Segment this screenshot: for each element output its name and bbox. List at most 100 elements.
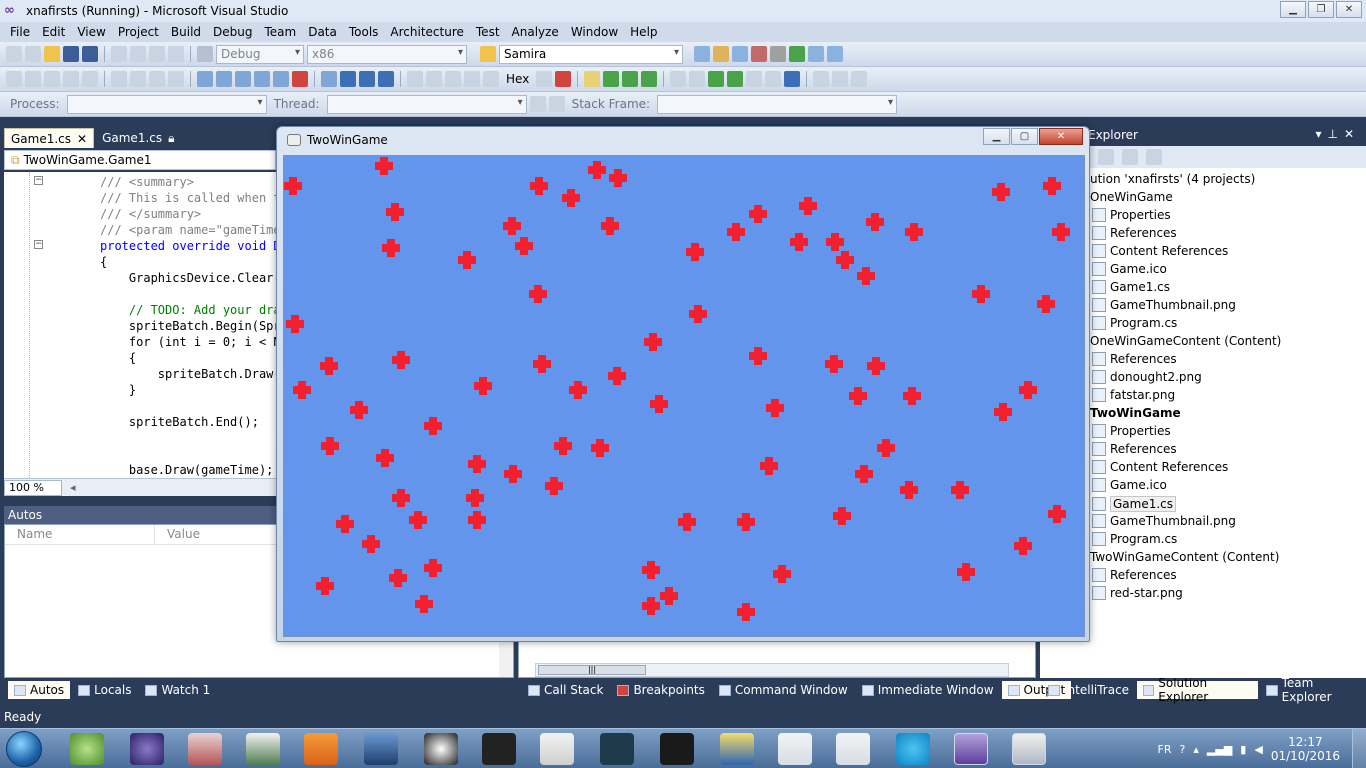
spring-tool-icon[interactable] bbox=[70, 733, 104, 765]
debug-tests-icon[interactable] bbox=[622, 71, 639, 87]
tab-locals[interactable]: Locals bbox=[72, 681, 137, 699]
solution-tree-item[interactable]: Game1.cs bbox=[1092, 280, 1170, 294]
app-icon[interactable] bbox=[364, 733, 398, 765]
tab-breakpoints[interactable]: Breakpoints bbox=[611, 681, 710, 699]
solution-tree-item[interactable]: Content References bbox=[1092, 460, 1228, 474]
prev-bookmark-folder-icon[interactable] bbox=[254, 71, 270, 87]
align-centers-icon[interactable] bbox=[832, 71, 849, 87]
clock[interactable]: 12:17 01/10/2016 bbox=[1271, 735, 1340, 763]
solution-tree-item[interactable]: References bbox=[1092, 226, 1177, 240]
start-page-icon[interactable] bbox=[789, 46, 805, 62]
scrollbar-thumb[interactable]: ||| bbox=[538, 665, 646, 675]
edit-and-continue-icon[interactable] bbox=[584, 71, 601, 87]
menu-architecture[interactable]: Architecture bbox=[384, 25, 469, 39]
battery-icon[interactable]: ▮ bbox=[1240, 743, 1246, 756]
show-flagged-threads-icon[interactable] bbox=[548, 96, 565, 112]
menu-edit[interactable]: Edit bbox=[36, 25, 71, 39]
menu-tools[interactable]: Tools bbox=[343, 25, 385, 39]
menu-file[interactable]: File bbox=[4, 25, 36, 39]
xna-game-taskbar-icon[interactable] bbox=[1012, 733, 1046, 765]
terminal-icon[interactable] bbox=[660, 733, 694, 765]
toolbox-icon[interactable] bbox=[751, 46, 767, 62]
solution-tree-item[interactable]: Game.ico bbox=[1092, 478, 1167, 492]
quickwatch-icon[interactable] bbox=[483, 71, 499, 87]
menu-project[interactable]: Project bbox=[112, 25, 165, 39]
run-all-tests-icon[interactable] bbox=[641, 71, 658, 87]
show-desktop-button[interactable] bbox=[1352, 729, 1366, 768]
extension-manager-icon[interactable] bbox=[770, 46, 786, 62]
properties-icon[interactable] bbox=[713, 46, 729, 62]
app-icon[interactable] bbox=[246, 733, 280, 765]
code-coverage-icon[interactable] bbox=[727, 71, 744, 87]
solution-tree-item[interactable]: ution 'xnafirsts' (4 projects) bbox=[1090, 172, 1255, 186]
tab-watch-1[interactable]: Watch 1 bbox=[139, 681, 216, 699]
minimize-button[interactable]: ▁ bbox=[1280, 1, 1306, 18]
tab-game1-cs-readonly[interactable]: Game1.cs 🔒︎ bbox=[96, 128, 180, 148]
sublime-icon[interactable] bbox=[482, 733, 516, 765]
process-dropdown[interactable] bbox=[66, 94, 267, 114]
solution-explorer-icon[interactable] bbox=[694, 46, 710, 62]
column-value[interactable]: Value bbox=[155, 525, 295, 544]
twowingame-window[interactable]: TwoWinGame ▁ ▢ ✕ bbox=[276, 126, 1090, 642]
quick-info-icon[interactable] bbox=[63, 71, 79, 87]
open-folder-icon[interactable] bbox=[44, 46, 60, 62]
menu-team[interactable]: Team bbox=[258, 25, 302, 39]
outdent-icon[interactable] bbox=[111, 71, 127, 87]
tab-command-window[interactable]: Command Window bbox=[713, 681, 854, 699]
solution-tree-item[interactable]: References bbox=[1092, 442, 1177, 456]
solution-tree-item[interactable]: OneWinGameContent (Content) bbox=[1090, 334, 1281, 348]
collapse-icon[interactable]: − bbox=[34, 240, 43, 249]
tab-intellitrace[interactable]: IntelliTrace bbox=[1042, 681, 1135, 699]
align-lefts-icon[interactable] bbox=[813, 71, 830, 87]
solution-tree-item[interactable]: Game1.cs bbox=[1092, 496, 1177, 512]
start-debugging-icon[interactable] bbox=[197, 46, 213, 62]
step-into-icon[interactable] bbox=[426, 71, 442, 87]
next-bookmark-icon[interactable] bbox=[235, 71, 251, 87]
solution-tree-item[interactable]: GameThumbnail.png bbox=[1092, 514, 1236, 528]
zoom-level-dropdown[interactable]: 100 % bbox=[4, 479, 62, 496]
tab-immediate-window[interactable]: Immediate Window bbox=[856, 681, 1000, 699]
app-icon[interactable] bbox=[424, 733, 458, 765]
menu-data[interactable]: Data bbox=[302, 25, 343, 39]
horizontal-scrollbar[interactable]: ||| bbox=[535, 663, 1009, 677]
column-name[interactable]: Name bbox=[5, 525, 155, 544]
tab-autos[interactable]: Autos bbox=[8, 681, 71, 699]
skype-icon[interactable] bbox=[896, 733, 930, 765]
visual-studio-taskbar-icon[interactable] bbox=[954, 733, 988, 765]
menu-view[interactable]: View bbox=[71, 25, 111, 39]
restart-icon[interactable] bbox=[378, 71, 394, 87]
network-signal-icon[interactable]: ▂▄▆ bbox=[1207, 743, 1232, 756]
redo-icon[interactable] bbox=[130, 46, 146, 62]
help-icon[interactable]: ? bbox=[1180, 743, 1186, 756]
class-view-icon[interactable] bbox=[808, 46, 824, 62]
tab-call-stack[interactable]: Call Stack bbox=[522, 681, 609, 699]
text-editor-icon[interactable] bbox=[6, 71, 22, 87]
input-language[interactable]: FR bbox=[1158, 743, 1172, 756]
menu-debug[interactable]: Debug bbox=[207, 25, 258, 39]
test-impact-icon[interactable] bbox=[784, 71, 801, 87]
break-all-icon[interactable] bbox=[340, 71, 356, 87]
member-list-icon[interactable] bbox=[25, 71, 41, 87]
undo-icon[interactable] bbox=[111, 46, 127, 62]
atom-icon[interactable] bbox=[836, 733, 870, 765]
app-grid-icon[interactable] bbox=[540, 733, 574, 765]
start-button[interactable] bbox=[6, 731, 42, 767]
menu-analyze[interactable]: Analyze bbox=[506, 25, 565, 39]
new-project-icon[interactable] bbox=[6, 46, 22, 62]
solution-tree-item[interactable]: OneWinGame bbox=[1090, 190, 1173, 204]
parameter-info-icon[interactable] bbox=[44, 71, 60, 87]
solution-tree-item[interactable]: Program.cs bbox=[1092, 532, 1177, 546]
close-icon[interactable]: ✕ bbox=[77, 132, 87, 146]
view-code-icon[interactable] bbox=[1122, 149, 1138, 165]
class-diagram-icon[interactable] bbox=[1146, 149, 1162, 165]
app-icon[interactable] bbox=[720, 733, 754, 765]
refresh-icon[interactable] bbox=[1098, 149, 1114, 165]
close-button[interactable]: ✕ bbox=[1039, 128, 1083, 145]
solution-tree-item[interactable]: Program.cs bbox=[1092, 316, 1177, 330]
tab-game1-cs[interactable]: Game1.cs ✕ bbox=[4, 128, 95, 148]
close-button[interactable]: ✕ bbox=[1336, 1, 1362, 18]
comment-icon[interactable] bbox=[149, 71, 165, 87]
command-window-icon[interactable] bbox=[827, 46, 843, 62]
toggle-thread-flag-icon[interactable] bbox=[529, 96, 546, 112]
solution-configuration-dropdown[interactable]: Debug bbox=[216, 44, 304, 64]
